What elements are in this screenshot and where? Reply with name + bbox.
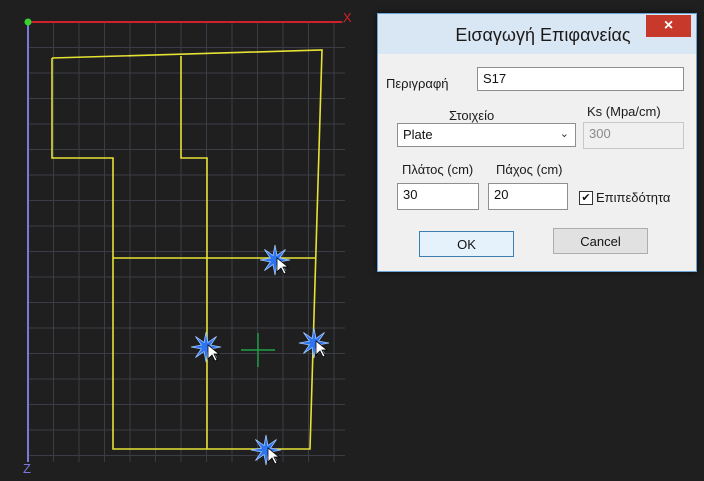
element-label: Στοιχείο bbox=[449, 108, 495, 123]
dialog-titlebar: Εισαγωγή Επιφανείας × bbox=[378, 14, 696, 54]
insert-surface-dialog: Εισαγωγή Επιφανείας × Περιγραφή S17 Στοι… bbox=[377, 13, 697, 272]
snap-marker-icon bbox=[298, 327, 330, 359]
surface-outline bbox=[51, 49, 323, 450]
thickness-label: Πάχος (cm) bbox=[496, 162, 563, 177]
element-select[interactable]: Plate ⌄ bbox=[397, 123, 576, 147]
origin-point bbox=[24, 18, 32, 26]
ks-input: 300 bbox=[583, 122, 684, 149]
outer-boundary bbox=[51, 49, 323, 450]
close-button[interactable]: × bbox=[646, 15, 691, 37]
width-input[interactable]: 30 bbox=[397, 183, 479, 210]
grid bbox=[27, 21, 345, 462]
description-label: Περιγραφή bbox=[386, 76, 449, 91]
ok-button[interactable]: OK bbox=[419, 231, 514, 257]
planar-label: Επιπεδότητα bbox=[596, 190, 671, 205]
planar-checkbox-row[interactable]: ✔ Επιπεδότητα bbox=[579, 190, 670, 205]
description-input[interactable]: S17 bbox=[477, 67, 684, 91]
cancel-button[interactable]: Cancel bbox=[553, 228, 648, 254]
crosshair-icon bbox=[241, 333, 275, 367]
chevron-down-icon: ⌄ bbox=[559, 128, 569, 140]
element-select-value: Plate bbox=[403, 127, 433, 142]
width-label: Πλάτος (cm) bbox=[402, 162, 474, 177]
snap-marker-icon bbox=[190, 331, 222, 363]
thickness-input[interactable]: 20 bbox=[488, 183, 568, 210]
snap-marker-icon bbox=[259, 244, 291, 276]
x-axis-label: X bbox=[343, 10, 352, 25]
planar-checkbox[interactable]: ✔ bbox=[579, 190, 593, 205]
z-axis-label: Z bbox=[23, 461, 31, 476]
inner-divider bbox=[180, 56, 208, 449]
ks-label: Ks (Mpa/cm) bbox=[587, 104, 661, 119]
snap-marker-icon bbox=[250, 434, 282, 466]
